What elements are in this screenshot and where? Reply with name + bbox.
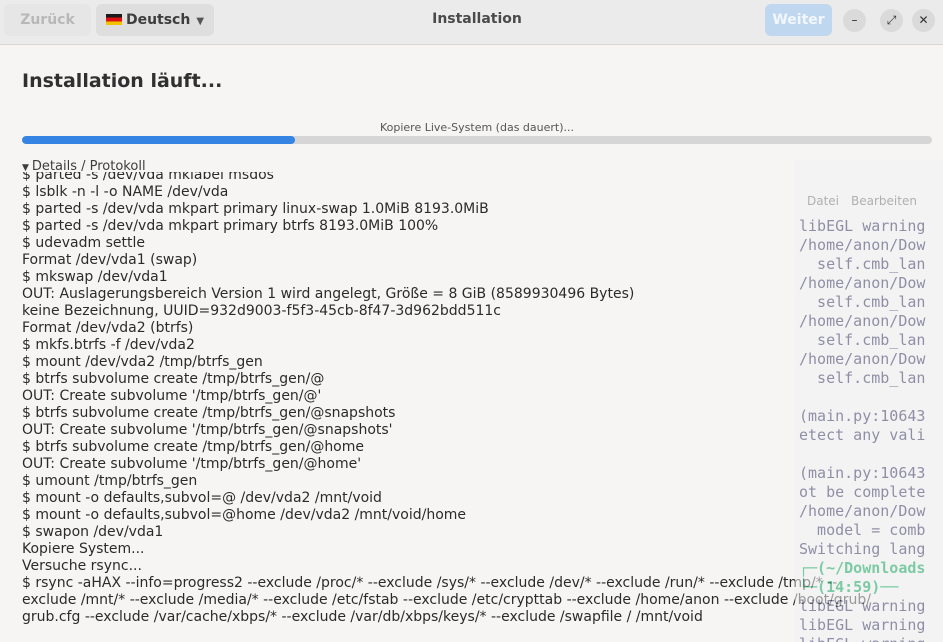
log-line: $ btrfs subvolume create /tmp/btrfs_gen/…	[22, 371, 325, 387]
terminal-line: /home/anon/Dow	[799, 274, 926, 292]
log-line: $ parted -s /dev/vda mkpart primary linu…	[22, 201, 489, 217]
terminal-output: libEGL warning/home/anon/Dow self.cmb_la…	[799, 217, 925, 642]
log-line: $ mount -o defaults,subvol=@home /dev/vd…	[22, 507, 467, 523]
log-line: grub.cfg --exclude /var/cache/xbps/* --e…	[22, 609, 703, 625]
language-dropdown[interactable]: Deutsch ▼	[96, 4, 214, 36]
installer-window: Zurück Deutsch ▼ Installation Weiter – ⤢ …	[0, 0, 943, 642]
log-line: $ swapon /dev/vda1	[22, 524, 164, 540]
log-line: OUT: Create subvolume '/tmp/btrfs_gen/@h…	[22, 456, 362, 472]
log-line: $ btrfs subvolume create /tmp/btrfs_gen/…	[22, 405, 396, 421]
terminal-line: ot be complete	[799, 483, 926, 501]
log-line: keine Bezeichnung, UUID=932d9003-f5f3-45…	[22, 303, 501, 319]
language-label: Deutsch	[125, 12, 191, 28]
log-line: Versuche rsync...	[22, 558, 142, 574]
log-line: OUT: Auslagerungsbereich Version 1 wird …	[22, 286, 635, 302]
terminal-line: Switching lang	[799, 540, 926, 558]
background-terminal-window: Datei Bearbeiten libEGL warning/home/anon…	[795, 160, 943, 642]
terminal-line: └─(14:59)──	[799, 578, 899, 596]
terminal-line: ┌─(~/Downloads	[799, 559, 926, 577]
terminal-line: (main.py:10643	[799, 464, 926, 482]
log-line: $ mkswap /dev/vda1	[22, 269, 168, 285]
progress-bar-fill	[22, 136, 295, 144]
terminal-line: libEGL warning	[799, 217, 926, 235]
chevron-down-icon: ▼	[196, 16, 205, 27]
log-line: $ mkfs.btrfs -f /dev/vda2	[22, 337, 195, 353]
terminal-line: self.cmb_lan	[799, 369, 926, 387]
minimize-icon[interactable]: –	[843, 9, 866, 32]
log-line: $ udevadm settle	[22, 235, 145, 251]
terminal-menu: Datei Bearbeiten	[807, 194, 929, 208]
next-button[interactable]: Weiter	[765, 4, 832, 36]
terminal-menu-file: Datei	[807, 194, 840, 208]
terminal-line: /home/anon/Dow	[799, 312, 926, 330]
log-line: $ btrfs subvolume create /tmp/btrfs_gen/…	[22, 439, 365, 455]
terminal-line: (main.py:10643	[799, 407, 926, 425]
terminal-line: self.cmb_lan	[799, 293, 926, 311]
log-line: Format /dev/vda1 (swap)	[22, 252, 198, 268]
terminal-line: self.cmb_lan	[799, 331, 926, 349]
window-title: Installation	[432, 11, 522, 27]
terminal-line: /home/anon/Dow	[799, 350, 926, 368]
maximize-icon[interactable]: ⤢	[880, 9, 903, 32]
terminal-line: libEGL warning	[799, 597, 926, 615]
terminal-line: etect any vali	[799, 426, 926, 444]
terminal-line: libEGL warning	[799, 635, 925, 642]
close-icon[interactable]: ✕	[912, 9, 935, 32]
install-log[interactable]: $ parted -s /dev/vda mklabel msdos $ lsbl…	[22, 172, 922, 637]
terminal-menu-edit: Bearbeiten	[851, 194, 917, 208]
log-line: $ lsblk -n -l -o NAME /dev/vda	[22, 184, 229, 200]
log-line: $ parted -s /dev/vda mkpart primary btrf…	[22, 218, 439, 234]
header-bar: Zurück Deutsch ▼ Installation Weiter – ⤢ …	[0, 0, 943, 45]
log-line: $ mount /dev/vda2 /tmp/btrfs_gen	[22, 354, 263, 370]
terminal-line: /home/anon/Dow	[799, 236, 926, 254]
german-flag-icon	[105, 14, 122, 25]
log-lines: $ parted -s /dev/vda mklabel msdos $ lsbl…	[22, 172, 922, 626]
back-button[interactable]: Zurück	[4, 4, 91, 36]
terminal-line: libEGL warning	[799, 616, 926, 634]
log-line: $ parted -s /dev/vda mklabel msdos	[22, 172, 274, 183]
terminal-line: self.cmb_lan	[799, 255, 926, 273]
terminal-line: /home/anon/Dow	[799, 502, 926, 520]
log-line: Format /dev/vda2 (btrfs)	[22, 320, 194, 336]
progress-bar	[22, 136, 932, 144]
log-line: $ umount /tmp/btrfs_gen	[22, 473, 198, 489]
log-line: $ mount -o defaults,subvol=@ /dev/vda2 /…	[22, 490, 382, 506]
log-line: $ rsync -aHAX --info=progress2 --exclude…	[22, 575, 838, 591]
log-line: Kopiere System...	[22, 541, 145, 557]
log-line: OUT: Create subvolume '/tmp/btrfs_gen/@s…	[22, 422, 393, 438]
page-title: Installation läuft...	[22, 70, 223, 92]
terminal-line: model = comb	[799, 521, 926, 539]
log-line: exclude /mnt/* --exclude /media/* --excl…	[22, 592, 871, 608]
progress-status-text: Kopiere Live-System (das dauert)...	[379, 121, 574, 134]
log-line: OUT: Create subvolume '/tmp/btrfs_gen/@'	[22, 388, 322, 404]
